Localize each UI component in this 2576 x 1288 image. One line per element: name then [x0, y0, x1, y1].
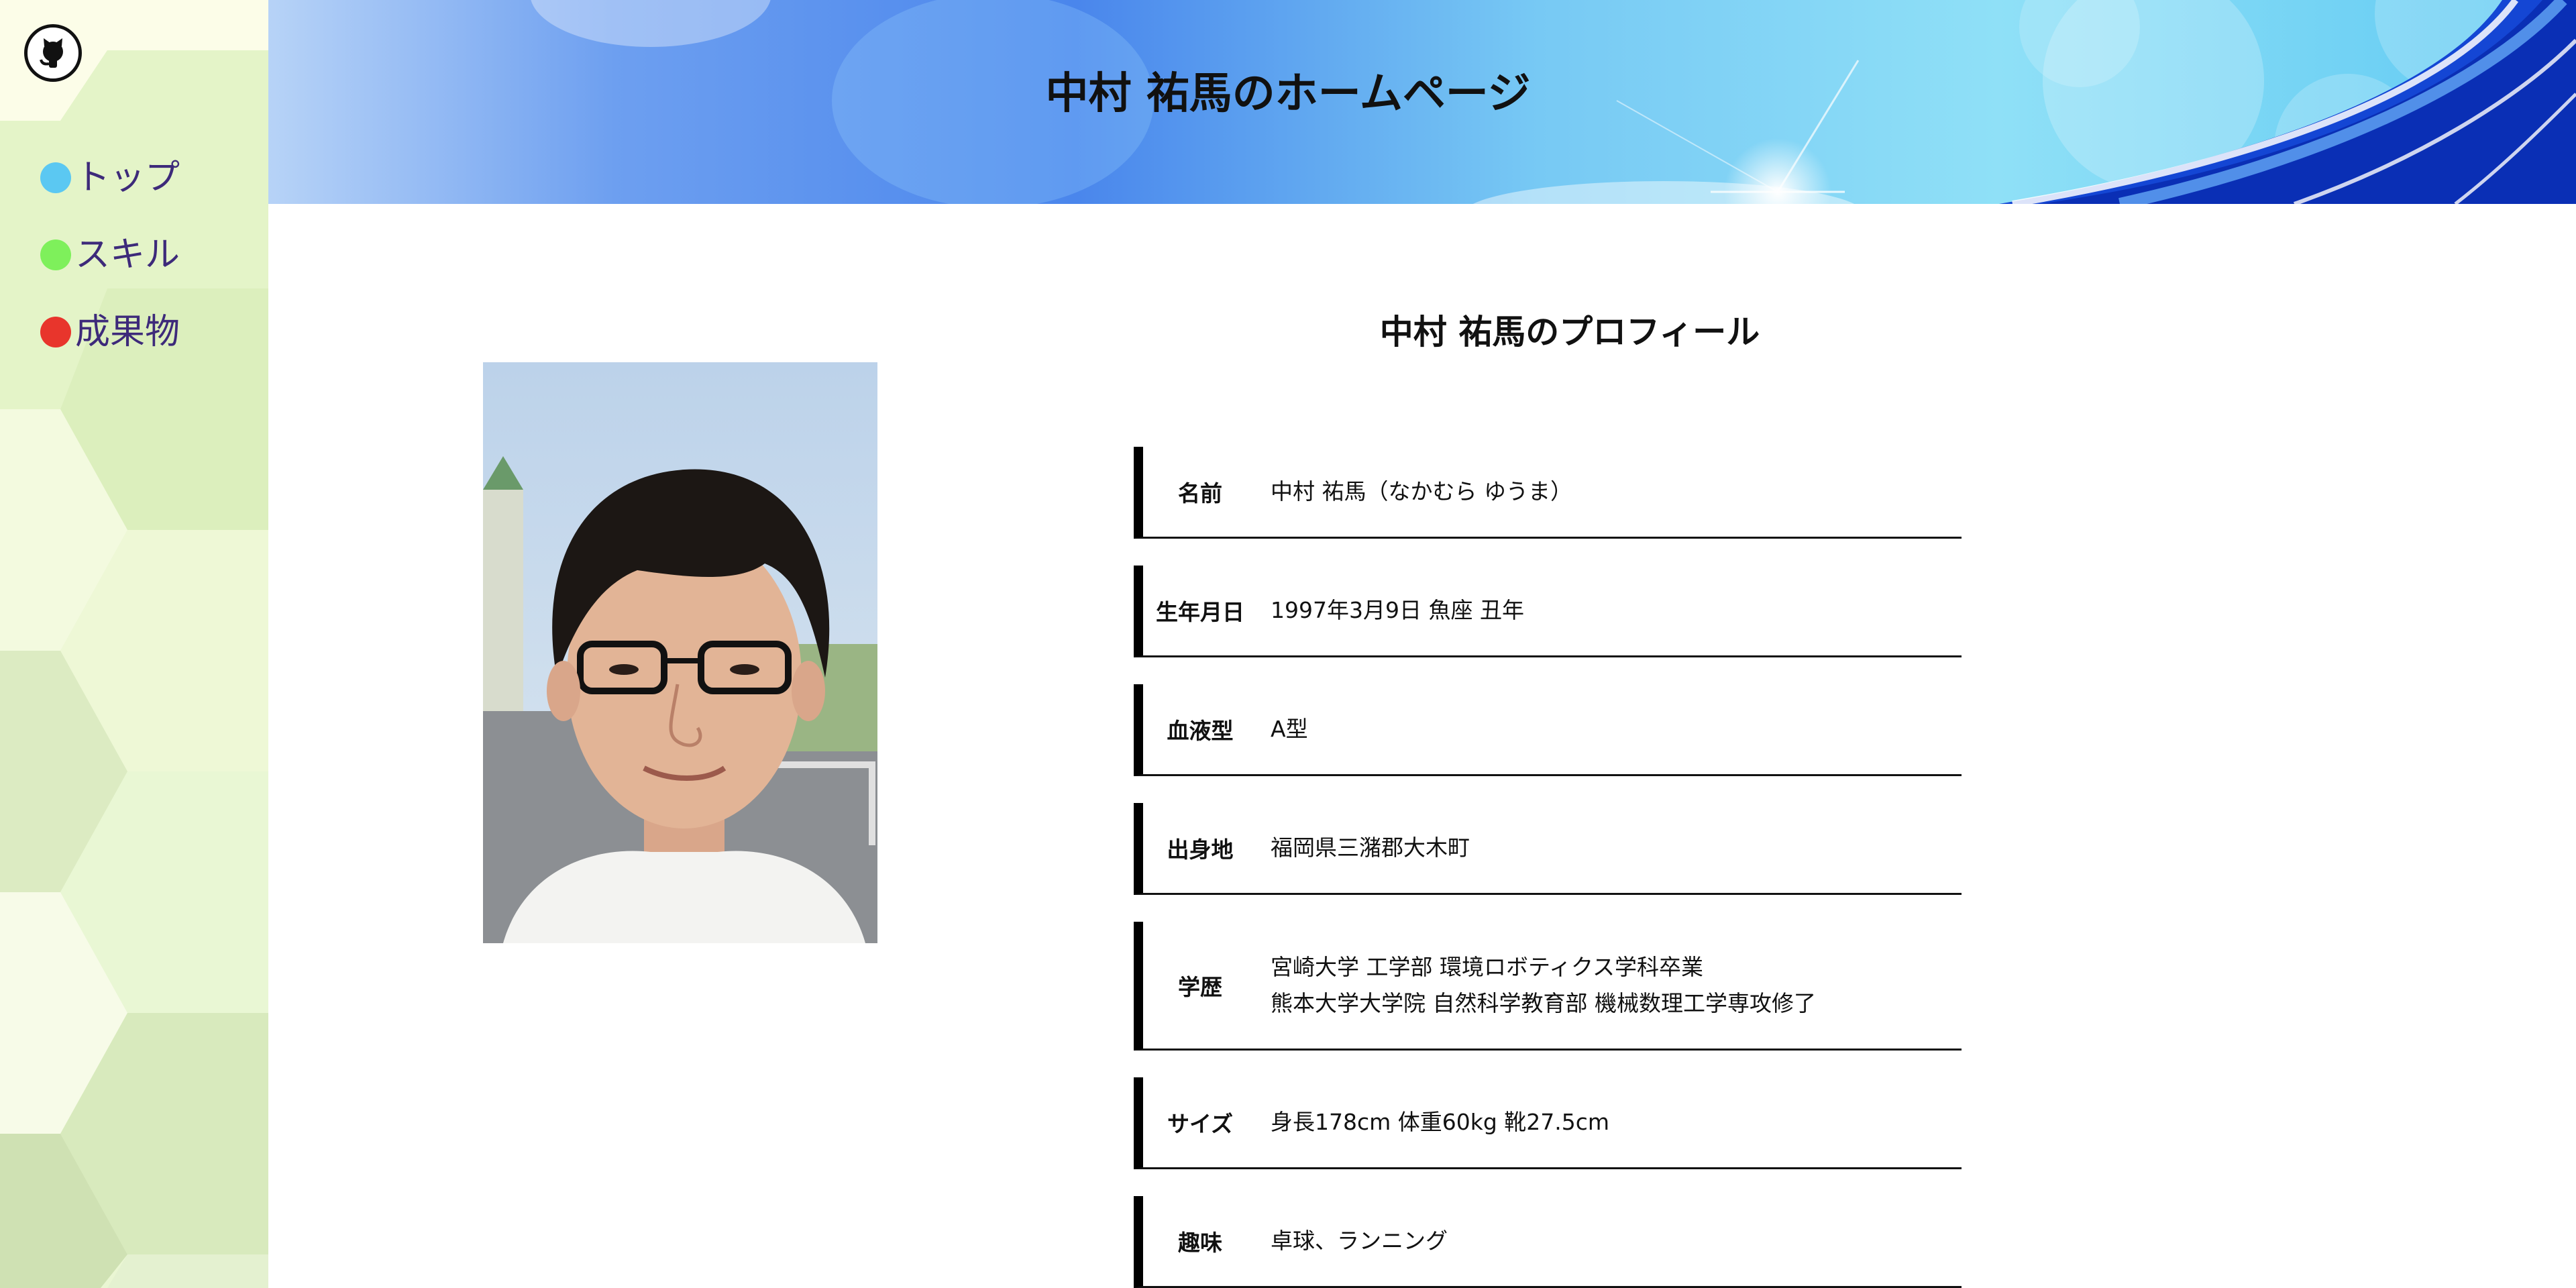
row-value-line: 中村 祐馬（なかむら ゆうま） — [1271, 478, 1572, 504]
profile-photo — [483, 362, 877, 943]
row-value-line: 福岡県三潴郡大木町 — [1271, 835, 1470, 861]
profile-row-education: 学歴 宮崎大学 工学部 環境ロボティクス学科卒業 熊本大学大学院 自然科学教育部… — [1134, 922, 1962, 1051]
profile-row-hobby: 趣味 卓球、ランニング — [1134, 1196, 1962, 1288]
row-value-line: A型 — [1271, 716, 1308, 742]
profile-row-hometown: 出身地 福岡県三潴郡大木町 — [1134, 803, 1962, 895]
nav-item-top[interactable]: トップ — [40, 151, 180, 205]
row-label: 趣味 — [1178, 1230, 1222, 1256]
row-value: 福岡県三潴郡大木町 — [1257, 830, 1470, 866]
nav-dot-works — [40, 317, 71, 347]
row-value: A型 — [1257, 711, 1308, 747]
row-value-line: 宮崎大学 工学部 環境ロボティクス学科卒業 — [1271, 953, 1704, 980]
nav-label-works[interactable]: 成果物 — [75, 305, 180, 359]
profile-title: 中村 祐馬のプロフィール — [1379, 313, 1760, 352]
sidebar: トップ スキル 成果物 — [0, 0, 268, 1288]
row-value-line: 熊本大学大学院 自然科学教育部 機械数理工学専攻修了 — [1271, 989, 1816, 1016]
profile-photo-image — [483, 362, 877, 943]
profile-table: 名前 中村 祐馬（なかむら ゆうま） 生年月日 1997年3月9日 魚座 丑年 … — [1134, 447, 1962, 1288]
nav-item-works[interactable]: 成果物 — [40, 305, 180, 359]
profile-row-size: サイズ 身長178cm 体重60kg 靴27.5cm — [1134, 1077, 1962, 1169]
github-icon[interactable] — [24, 24, 82, 82]
row-label: 血液型 — [1167, 718, 1234, 744]
row-value: 中村 祐馬（なかむら ゆうま） — [1257, 474, 1572, 510]
row-label: 名前 — [1178, 480, 1222, 506]
row-value: 身長178cm 体重60kg 靴27.5cm — [1257, 1104, 1609, 1140]
row-value: 1997年3月9日 魚座 丑年 — [1257, 592, 1524, 629]
octocat-icon — [40, 38, 63, 68]
header-banner: 中村 祐馬のホームページ — [268, 0, 2576, 204]
row-label: 生年月日 — [1156, 599, 1244, 625]
row-value-line: 身長178cm 体重60kg 靴27.5cm — [1271, 1109, 1610, 1135]
profile-row-name: 名前 中村 祐馬（なかむら ゆうま） — [1134, 447, 1962, 539]
nav-dot-top — [40, 162, 71, 193]
page: トップ スキル 成果物 中村 祐馬のホームページ 中村 祐馬のプロフィール 名前… — [0, 0, 2576, 1288]
profile-row-birthday: 生年月日 1997年3月9日 魚座 丑年 — [1134, 566, 1962, 657]
row-label: 学歴 — [1178, 973, 1222, 1000]
side-nav: トップ スキル 成果物 — [40, 151, 180, 382]
site-title: 中村 祐馬のホームページ — [1045, 69, 1531, 119]
row-value-line: 卓球、ランニング — [1271, 1228, 1448, 1254]
row-value: 卓球、ランニング — [1257, 1223, 1448, 1259]
profile-row-blood-type: 血液型 A型 — [1134, 684, 1962, 776]
row-value: 宮崎大学 工学部 環境ロボティクス学科卒業 熊本大学大学院 自然科学教育部 機械… — [1257, 949, 1816, 1022]
nav-dot-skills — [40, 239, 71, 270]
nav-label-skills[interactable]: スキル — [75, 228, 180, 282]
nav-item-skills[interactable]: スキル — [40, 228, 180, 282]
row-value-line: 1997年3月9日 魚座 丑年 — [1271, 597, 1524, 623]
row-label: サイズ — [1167, 1111, 1233, 1137]
row-label: 出身地 — [1167, 837, 1234, 863]
nav-label-top[interactable]: トップ — [75, 151, 180, 205]
